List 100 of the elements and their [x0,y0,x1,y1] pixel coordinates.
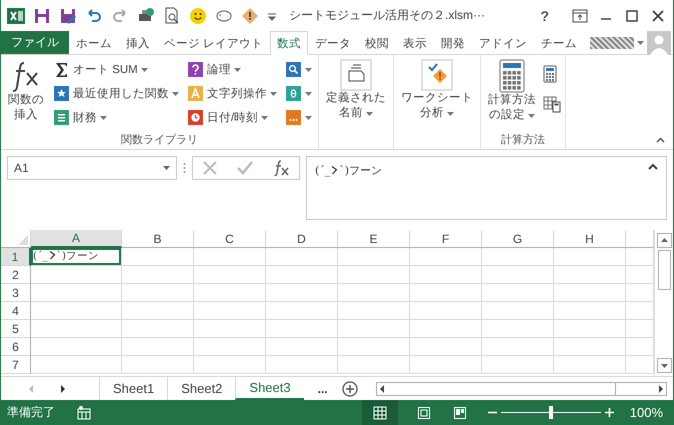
ribbon-button[interactable]: 最近使用した関数 [51,83,181,104]
macro-record-icon[interactable] [77,406,91,420]
normal-view-button[interactable] [362,400,398,425]
table-cell[interactable] [31,266,122,284]
ribbon-button[interactable]: 日付/時刻 [185,107,279,128]
table-cell[interactable] [194,248,266,266]
row-header[interactable]: 3 [1,284,31,302]
table-cell[interactable] [122,248,194,266]
table-cell[interactable] [194,320,266,338]
table-cell[interactable] [338,338,410,356]
ribbon-tab[interactable]: 数式 [270,31,308,55]
table-cell[interactable] [31,320,122,338]
zoom-level[interactable]: 100% [630,405,663,420]
row-header[interactable]: 4 [1,302,31,320]
table-cell[interactable] [626,320,654,338]
help-button[interactable]: ? [540,8,549,24]
row-header[interactable]: 5 [1,320,31,338]
table-cell[interactable] [266,356,338,374]
table-cell[interactable] [122,320,194,338]
ribbon-button[interactable]: ワークシート 分析 [398,57,476,133]
sheet-tab[interactable]: Sheet2 [167,377,236,400]
table-cell[interactable] [266,284,338,302]
table-cell[interactable] [338,266,410,284]
print-preview-icon[interactable] [163,6,181,24]
column-header[interactable]: D [266,230,338,248]
table-cell[interactable] [626,284,654,302]
table-cell[interactable] [266,338,338,356]
table-cell[interactable] [338,284,410,302]
next-sheet-icon[interactable] [59,384,67,394]
table-cell[interactable] [410,338,482,356]
zoom-slider-thumb[interactable] [548,406,553,419]
table-cell[interactable] [554,338,626,356]
table-cell[interactable] [554,284,626,302]
scroll-down-icon[interactable] [656,358,672,373]
ribbon-button[interactable]: 定義された 名前 [323,57,389,133]
table-cell[interactable] [482,284,554,302]
table-cell[interactable] [338,356,410,374]
table-cell[interactable] [266,320,338,338]
warning-icon[interactable] [241,6,259,24]
cancel-icon[interactable] [202,160,218,176]
table-cell[interactable] [31,284,122,302]
scroll-up-icon[interactable] [656,233,672,248]
table-cell[interactable] [122,338,194,356]
table-cell[interactable] [410,302,482,320]
table-cell[interactable] [626,302,654,320]
table-cell[interactable] [482,302,554,320]
ribbon-button[interactable] [283,59,314,80]
table-cell[interactable] [410,266,482,284]
table-cell[interactable] [554,320,626,338]
horizontal-scrollbar[interactable] [376,382,667,396]
table-cell[interactable] [122,284,194,302]
column-header[interactable]: E [338,230,410,248]
column-header[interactable]: F [410,230,482,248]
row-header[interactable]: 6 [1,338,31,356]
table-cell[interactable] [194,266,266,284]
previous-sheet-icon[interactable] [27,384,35,394]
table-cell[interactable] [338,248,410,266]
table-cell[interactable] [482,266,554,284]
column-header[interactable]: H [554,230,626,248]
ribbon-button[interactable]: 関数の 挿入 [5,57,47,133]
collapse-icon[interactable] [656,137,665,143]
column-header[interactable]: G [482,230,554,248]
row-header[interactable]: 7 [1,356,31,374]
table-cell[interactable] [338,320,410,338]
file-tab[interactable]: ファイル [1,31,69,54]
column-header[interactable]: C [194,230,266,248]
ribbon-button[interactable] [283,107,314,128]
table-cell[interactable] [482,356,554,374]
sheet-tab[interactable]: Sheet3 [235,377,304,400]
table-cell[interactable] [338,302,410,320]
name-box[interactable]: A1 [7,156,177,180]
table-cell[interactable] [482,248,554,266]
ribbon-button[interactable]: オート SUM [51,59,181,80]
add-sheet-icon[interactable] [342,380,358,396]
table-cell[interactable] [554,266,626,284]
table-cell[interactable] [266,248,338,266]
table-cell[interactable] [554,302,626,320]
table-cell[interactable] [410,284,482,302]
table-cell[interactable] [626,338,654,356]
more-sheets-button[interactable]: ... [304,377,334,400]
smiley-icon[interactable] [189,6,207,24]
ribbon-button[interactable]: 文字列操作 [185,83,279,104]
scroll-right-icon[interactable] [656,382,666,394]
scrollbar-thumb[interactable] [658,250,670,290]
table-cell[interactable] [554,248,626,266]
formula-bar[interactable]: (´_ `)フーン [306,156,667,220]
blurred-account-name[interactable] [590,36,634,48]
calculator-icon[interactable] [543,65,557,83]
table-cell[interactable] [626,266,654,284]
column-header[interactable]: A [31,230,122,248]
table-cell[interactable] [194,338,266,356]
table-cell[interactable] [266,266,338,284]
excel-logo-icon[interactable] [7,6,25,24]
zoom-in-icon[interactable] [604,408,614,417]
ribbon-button[interactable]: 論理 [185,59,279,80]
table-cell[interactable] [410,320,482,338]
collapse-icon[interactable] [648,163,658,170]
column-header[interactable]: B [122,230,194,248]
table-cell[interactable] [31,338,122,356]
avatar-icon[interactable] [647,30,671,54]
